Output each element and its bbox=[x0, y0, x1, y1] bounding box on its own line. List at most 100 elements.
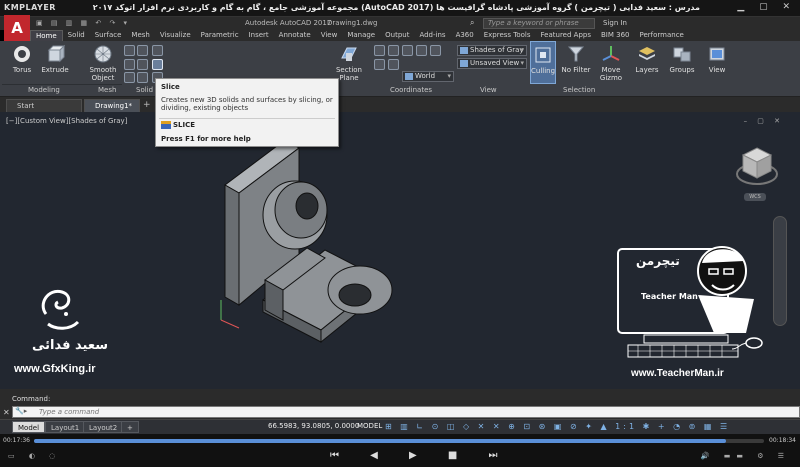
ucs-icon[interactable] bbox=[374, 45, 385, 56]
smooth-object-button[interactable]: Smooth Object bbox=[86, 44, 120, 82]
coordinate-readout: 66.5983, 93.0805, 0.0000 bbox=[268, 422, 360, 430]
tab-view[interactable]: View bbox=[316, 30, 343, 41]
solid-tool-icon[interactable] bbox=[152, 45, 163, 56]
groups-label: Groups bbox=[669, 66, 695, 74]
tab-express-tools[interactable]: Express Tools bbox=[479, 30, 536, 41]
saved-view-dropdown[interactable]: Unsaved View bbox=[457, 58, 527, 69]
mesh-tool-icon[interactable] bbox=[124, 72, 135, 83]
wcs-menu[interactable]: WCS bbox=[744, 193, 766, 201]
tab-insert[interactable]: Insert bbox=[244, 30, 274, 41]
tab-add-ins[interactable]: Add-ins bbox=[414, 30, 450, 41]
sign-in-button[interactable]: Sign In bbox=[603, 19, 627, 27]
layout-tab-layout2[interactable]: Layout2 bbox=[83, 421, 124, 433]
no-filter-label: No Filter bbox=[561, 66, 591, 74]
torus-label: Torus bbox=[12, 66, 32, 74]
tab-output[interactable]: Output bbox=[380, 30, 414, 41]
new-tab-icon[interactable]: + bbox=[143, 100, 151, 110]
solid-tool-icon[interactable] bbox=[137, 59, 148, 70]
no-filter-button[interactable]: No Filter bbox=[560, 44, 592, 74]
torus-icon bbox=[14, 46, 30, 62]
ucs-dropdown[interactable]: World bbox=[402, 71, 454, 82]
panel-mesh[interactable]: Mesh bbox=[98, 86, 116, 94]
extrude-button[interactable]: Extrude bbox=[40, 44, 70, 74]
mesh-tool-icon[interactable] bbox=[124, 59, 135, 70]
quick-access-toolbar[interactable]: ▣ ▤ ▥ ▦ ↶ ↷ ▾ bbox=[36, 19, 130, 27]
layers-button[interactable]: Layers bbox=[633, 44, 661, 74]
boss-hole bbox=[295, 192, 319, 220]
ucs-dropdown-icon bbox=[405, 73, 413, 80]
tab-mesh[interactable]: Mesh bbox=[126, 30, 154, 41]
file-tab-start[interactable]: Start bbox=[6, 99, 82, 112]
view-button[interactable]: View bbox=[704, 44, 730, 74]
panel-coordinates[interactable]: Coordinates bbox=[390, 86, 432, 94]
ucs-icon[interactable] bbox=[430, 45, 441, 56]
mesh-tool-icon[interactable] bbox=[124, 45, 135, 56]
seek-bar[interactable] bbox=[34, 439, 764, 443]
command-input[interactable] bbox=[39, 407, 739, 417]
player-right-controls[interactable]: 🔊 ▬▬ ⚙ ☰ bbox=[701, 452, 790, 460]
viewport-controls-label[interactable]: [−][Custom View][Shades of Gray] bbox=[6, 117, 127, 125]
ucs-icon[interactable] bbox=[402, 45, 413, 56]
solid-tool-icon[interactable] bbox=[137, 45, 148, 56]
player-window-controls[interactable]: ▁ ▢ ✕ bbox=[737, 2, 796, 12]
slice-icon[interactable] bbox=[152, 59, 163, 70]
file-tab-drawing1[interactable]: Drawing1* bbox=[84, 99, 140, 112]
model-space-button[interactable]: MODEL bbox=[357, 422, 382, 430]
ucs-icon[interactable] bbox=[374, 59, 385, 70]
player-logo[interactable]: KMPLAYER bbox=[4, 3, 56, 12]
tab-a360[interactable]: A360 bbox=[451, 30, 479, 41]
panel-modeling[interactable]: Modeling bbox=[28, 86, 60, 94]
status-toggle-icons[interactable]: ⊞ ▥ ∟ ⊙ ◫ ◇ ✕ ✕ ⊕ ⊡ ⊛ ▣ ⊘ ✦ ▲ 1:1 ✱ + ◔ … bbox=[385, 422, 730, 431]
command-line-close-icon[interactable]: ✕ bbox=[3, 408, 10, 417]
playback-controls[interactable]: ⏮ ◀ ▶ ■ ⏭ bbox=[330, 450, 512, 461]
panel-selection[interactable]: Selection bbox=[563, 86, 595, 94]
panel-view[interactable]: View bbox=[480, 86, 497, 94]
tab-bim-360[interactable]: BIM 360 bbox=[596, 30, 635, 41]
viewport-window-controls[interactable]: – ▢ ✕ bbox=[744, 117, 784, 125]
command-input-row[interactable]: 🔧▸ bbox=[12, 406, 800, 418]
tab-featured-apps[interactable]: Featured Apps bbox=[536, 30, 596, 41]
visual-style-dropdown[interactable]: Shades of Gray bbox=[457, 45, 527, 56]
command-tools-icon[interactable]: 🔧▸ bbox=[15, 407, 27, 415]
solid-tool-icon[interactable] bbox=[137, 72, 148, 83]
app-name: Autodesk AutoCAD 2017 bbox=[245, 19, 332, 27]
tab-performance[interactable]: Performance bbox=[634, 30, 688, 41]
panel-solid[interactable]: Solid bbox=[136, 86, 153, 94]
layers-label: Layers bbox=[635, 66, 659, 74]
tab-annotate[interactable]: Annotate bbox=[274, 30, 316, 41]
navigation-bar[interactable] bbox=[773, 216, 787, 326]
ucs-icon[interactable] bbox=[416, 45, 427, 56]
section-plane-label: Section Plane bbox=[335, 66, 362, 82]
tab-home[interactable]: Home bbox=[30, 30, 63, 41]
viewcube[interactable] bbox=[735, 144, 779, 190]
tab-visualize[interactable]: Visualize bbox=[155, 30, 196, 41]
section-plane-button[interactable]: Section Plane bbox=[333, 44, 365, 82]
drawing-viewport[interactable]: [−][Custom View][Shades of Gray] – ▢ ✕ W… bbox=[0, 112, 800, 389]
application-menu-button[interactable]: A bbox=[4, 15, 30, 41]
search-icon[interactable]: ⌕ bbox=[470, 18, 474, 28]
tab-parametric[interactable]: Parametric bbox=[196, 30, 244, 41]
player-left-controls[interactable]: ▭ ◐ ◌ bbox=[8, 452, 61, 460]
tab-solid[interactable]: Solid bbox=[63, 30, 90, 41]
tab-manage[interactable]: Manage bbox=[342, 30, 380, 41]
groups-button[interactable]: Groups bbox=[667, 44, 697, 74]
extrude-icon bbox=[47, 44, 65, 63]
3d-model[interactable] bbox=[215, 130, 415, 355]
ucs-icon[interactable] bbox=[388, 59, 399, 70]
layout-tab-model[interactable]: Model bbox=[12, 421, 46, 433]
slice-tooltip: Slice Creates new 3D solids and surfaces… bbox=[155, 78, 339, 147]
torus-button[interactable]: Torus bbox=[6, 44, 38, 74]
teacherman-url: www.TeacherMan.ir bbox=[631, 368, 724, 379]
player-title-bar: KMPLAYER مجموعه آموزشی جامع ، گام به گام… bbox=[0, 0, 800, 17]
move-gizmo-button[interactable]: Move Gizmo bbox=[596, 44, 626, 82]
culling-button[interactable]: Culling bbox=[530, 41, 556, 84]
filter-icon bbox=[567, 46, 585, 62]
layers-icon bbox=[639, 47, 655, 60]
section-plane-icon bbox=[341, 47, 357, 61]
tab-surface[interactable]: Surface bbox=[90, 30, 127, 41]
ucs-icon[interactable] bbox=[388, 45, 399, 56]
help-search-input[interactable]: Type a keyword or phrase bbox=[483, 18, 595, 29]
add-layout-icon[interactable]: + bbox=[121, 421, 139, 433]
time-total: 00:18:34 bbox=[769, 437, 796, 444]
layout-tab-layout1[interactable]: Layout1 bbox=[45, 421, 86, 433]
